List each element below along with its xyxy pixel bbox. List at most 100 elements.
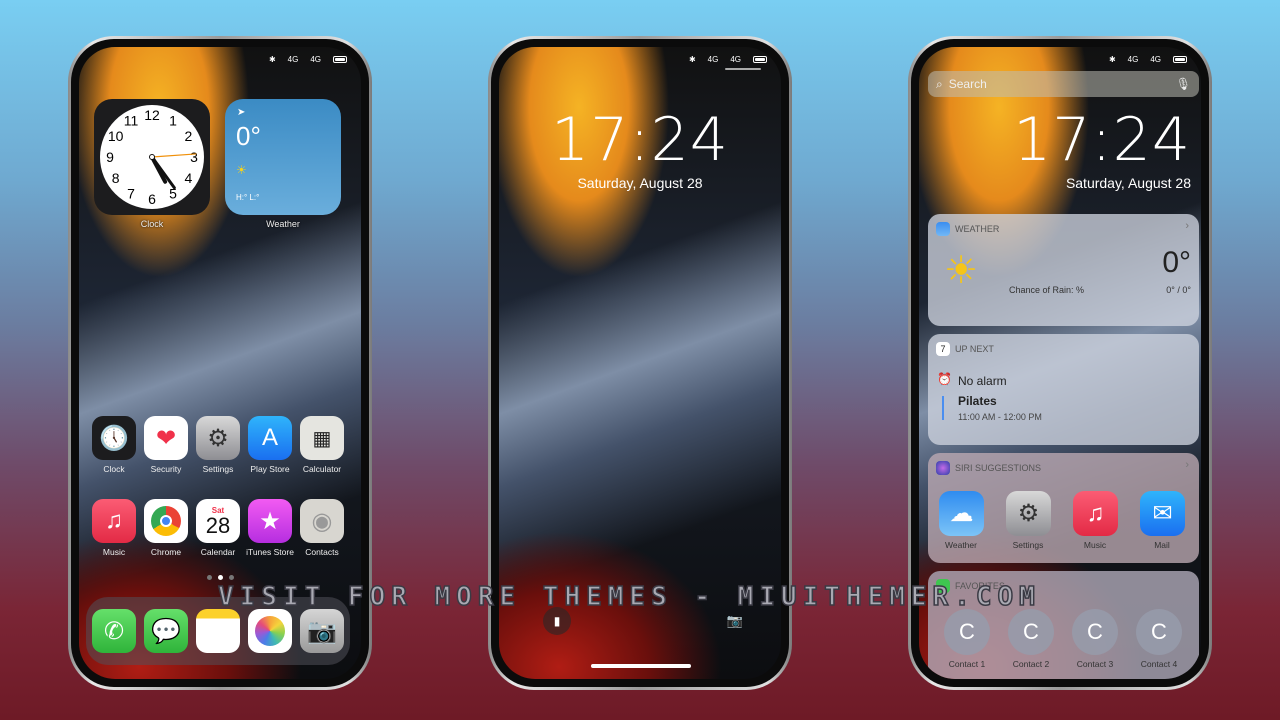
clock-widget[interactable]: 12 1 2 3 4 5 6 7 8 9 10 11: [94, 99, 210, 215]
clock-number: 12: [144, 107, 160, 123]
status-bar: ✱ 4G 4G: [269, 55, 347, 64]
chevron-right-icon[interactable]: ›: [1185, 220, 1189, 232]
alarm-status: No alarm: [958, 374, 1007, 388]
dock-phone[interactable]: ✆: [92, 609, 136, 653]
contact-avatar[interactable]: C: [944, 609, 990, 655]
battery-icon: [1173, 56, 1187, 63]
app-label: Clock: [103, 464, 125, 474]
chrome-icon: [151, 506, 181, 536]
weather-card-title: WEATHER: [955, 224, 1000, 234]
siri-icon: [936, 461, 950, 475]
up-next-card[interactable]: 7 UP NEXT ⏰ No alarm Pilates 11:00 AM - 1…: [928, 334, 1199, 445]
clock-number: 3: [190, 149, 198, 165]
app-label: Chrome: [150, 547, 182, 557]
app-clock[interactable]: 🕔: [92, 416, 136, 460]
signal-icon: 4G: [730, 55, 741, 64]
weather-card[interactable]: WEATHER › ☀ Chance of Rain: % 0° 0° / 0°: [928, 214, 1199, 326]
contact-avatar[interactable]: C: [1136, 609, 1182, 655]
flashlight-icon: ▮: [553, 614, 561, 628]
camera-icon: 📷: [726, 613, 744, 628]
calendar-app-icon: 7: [936, 342, 950, 356]
page-dot[interactable]: [218, 575, 223, 580]
dock-messages[interactable]: 💬: [144, 609, 188, 653]
calculator-icon: ▦: [312, 427, 332, 450]
signal-icon: 4G: [287, 55, 299, 64]
app-label: Security: [150, 464, 182, 474]
app-itunes-store[interactable]: ★: [248, 499, 292, 543]
clock-number: 4: [184, 170, 192, 186]
contact-name: Contact 3: [1076, 659, 1114, 669]
chrome-icon: [160, 515, 172, 527]
suggestion-label: Music: [1083, 540, 1107, 550]
weather-app-icon: [936, 222, 950, 236]
page-dot[interactable]: [229, 575, 234, 580]
bluetooth-icon: ✱: [688, 55, 696, 64]
location-icon: ➤: [237, 107, 246, 118]
siri-title: SIRI SUGGESTIONS: [955, 463, 1042, 473]
contact-avatar[interactable]: C: [1072, 609, 1118, 655]
app-contacts[interactable]: ◉: [300, 499, 344, 543]
app-music[interactable]: ♫: [92, 499, 136, 543]
notification-handle[interactable]: [725, 68, 761, 70]
app-calculator[interactable]: ▦: [300, 416, 344, 460]
search-input[interactable]: Search: [949, 77, 1170, 91]
today-date: Saturday, August 28: [1065, 175, 1191, 191]
contacts-icon: ◉: [311, 507, 333, 535]
clock-number: 10: [108, 128, 124, 144]
dock-photos[interactable]: [248, 609, 292, 653]
sun-icon: ☀: [236, 163, 247, 177]
suggestion-label: Settings: [1012, 540, 1044, 550]
lock-date: Saturday, August 28: [577, 175, 703, 191]
weather-temp: 0°: [236, 121, 261, 151]
app-security[interactable]: ❤: [144, 416, 188, 460]
app-label: Settings: [202, 464, 234, 474]
dock-camera[interactable]: 📷: [300, 609, 344, 653]
app-chrome[interactable]: [144, 499, 188, 543]
contact-avatar[interactable]: C: [1008, 609, 1054, 655]
page-indicator[interactable]: [207, 575, 234, 580]
event-title: Pilates: [958, 394, 997, 408]
camera-icon: 📷: [307, 617, 337, 645]
gear-icon: ⚙: [207, 424, 229, 452]
weather-hilo: H:° L:°: [236, 193, 260, 202]
event-bar: [942, 396, 944, 420]
app-label: Music: [102, 547, 126, 557]
suggestion-label: Weather: [945, 540, 977, 550]
app-settings[interactable]: ⚙: [196, 416, 240, 460]
clock-number: 9: [106, 149, 114, 165]
clock-widget-label: Clock: [140, 219, 164, 229]
suggestion-mail[interactable]: ✉: [1140, 491, 1185, 536]
lock-time: 17:24: [551, 105, 729, 175]
app-calendar[interactable]: Sat 28: [196, 499, 240, 543]
microphone-icon[interactable]: 🎙: [1176, 77, 1191, 91]
suggestion-music[interactable]: ♫: [1073, 491, 1118, 536]
clock-center: [149, 154, 155, 160]
dock-notes[interactable]: [196, 609, 240, 653]
chevron-right-icon[interactable]: ›: [1185, 459, 1189, 471]
clock-number: 6: [148, 191, 156, 207]
chance-of-rain: Chance of Rain: %: [1009, 285, 1085, 295]
search-icon: ⌕: [936, 76, 943, 91]
weather-widget[interactable]: ➤ 0° ☀ H:° L:°: [225, 99, 341, 215]
search-bar[interactable]: ⌕ Search 🎙: [928, 71, 1199, 97]
contact-name: Contact 2: [1012, 659, 1050, 669]
app-label: Calculator: [302, 464, 342, 474]
suggestion-weather[interactable]: ☁: [939, 491, 984, 536]
clock-number: 11: [124, 113, 139, 129]
event-time: 11:00 AM - 12:00 PM: [958, 412, 1042, 422]
sun-icon: ☀: [944, 250, 979, 292]
home-indicator[interactable]: [591, 664, 691, 668]
photos-icon: [255, 616, 285, 646]
weather-range: 0° / 0°: [1166, 285, 1191, 295]
clock-number: 1: [169, 113, 177, 129]
suggestion-settings[interactable]: ⚙: [1006, 491, 1051, 536]
app-label: iTunes Store: [246, 547, 294, 557]
status-bar: ✱ 4G 4G: [689, 55, 767, 64]
weather-temp: 0°: [1162, 246, 1191, 279]
bluetooth-icon: ✱: [1108, 55, 1116, 64]
app-play-store[interactable]: A: [248, 416, 292, 460]
page-dot[interactable]: [207, 575, 212, 580]
app-label: Contacts: [305, 547, 339, 557]
clock-number: 2: [184, 128, 192, 144]
app-label: Calendar: [200, 547, 236, 557]
